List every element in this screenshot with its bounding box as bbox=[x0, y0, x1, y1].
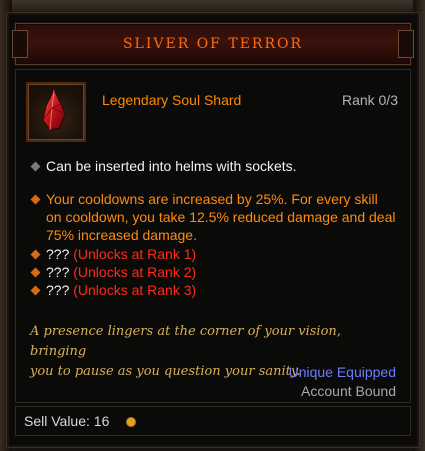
title-bar: SLIVER OF TERROR bbox=[12, 23, 414, 65]
locked-rank-1: ??? (Unlocks at Rank 1) bbox=[46, 245, 196, 263]
gold-coin-icon bbox=[126, 417, 136, 427]
socket-bullet-icon bbox=[30, 161, 41, 172]
locked-rank-1-unlock: (Unlocks at Rank 1) bbox=[73, 246, 197, 262]
effect-line-1: Your cooldowns are increased by 25%. For… bbox=[46, 191, 378, 207]
locked-rank-2-unlock: (Unlocks at Rank 2) bbox=[73, 264, 197, 280]
account-bound: Account Bound bbox=[301, 383, 396, 399]
sell-value: Sell Value: 16 bbox=[24, 413, 109, 429]
tooltip-body: Legendary Soul Shard Rank 0/3 Can be ins… bbox=[15, 69, 411, 403]
locked-rank-2-label: ??? bbox=[46, 264, 70, 280]
sell-bar: Sell Value: 16 bbox=[15, 406, 411, 436]
rank3-bullet-icon bbox=[30, 285, 41, 296]
locked-rank-3: ??? (Unlocks at Rank 3) bbox=[46, 281, 196, 299]
item-type: Legendary Soul Shard bbox=[102, 92, 242, 108]
locked-rank-2: ??? (Unlocks at Rank 2) bbox=[46, 263, 196, 281]
item-rank: Rank 0/3 bbox=[341, 92, 398, 108]
effect-line-3: 75% increased damage. bbox=[46, 227, 197, 243]
unique-equipped: Unique Equipped bbox=[288, 364, 396, 380]
effect-line-2: on cooldown, you take 12.5% reduced dama… bbox=[46, 209, 396, 225]
rank2-bullet-icon bbox=[30, 267, 41, 278]
locked-rank-1-label: ??? bbox=[46, 246, 70, 262]
locked-rank-3-label: ??? bbox=[46, 282, 70, 298]
socket-text: Can be inserted into helms with sockets. bbox=[46, 158, 297, 174]
locked-rank-3-unlock: (Unlocks at Rank 3) bbox=[73, 282, 197, 298]
sell-value-amount: 16 bbox=[93, 413, 110, 429]
soul-shard-graphic bbox=[42, 88, 66, 131]
effect-bullet-icon bbox=[30, 194, 41, 205]
item-tooltip: SLIVER OF TERROR Legendary Soul Shard Ra… bbox=[6, 12, 420, 448]
red-soul-shard-icon bbox=[26, 82, 86, 142]
sell-value-label: Sell Value: bbox=[24, 413, 90, 429]
item-title: SLIVER OF TERROR bbox=[122, 36, 304, 52]
rank1-bullet-icon bbox=[30, 249, 41, 260]
flavor-line-1: A presence lingers at the corner of your… bbox=[30, 324, 341, 359]
